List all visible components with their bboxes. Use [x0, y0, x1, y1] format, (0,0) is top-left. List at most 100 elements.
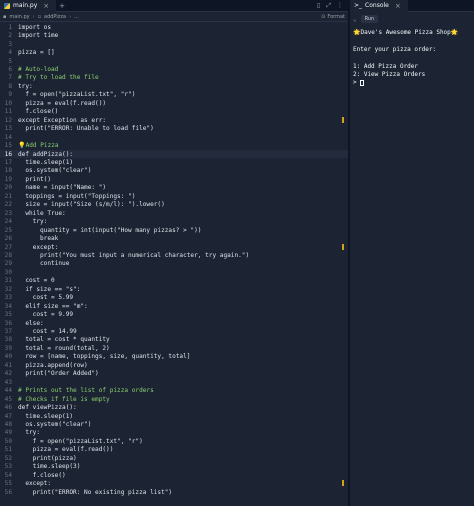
warning-marker[interactable]	[342, 243, 344, 250]
code-line[interactable]: 42 print("Order Added")	[0, 370, 348, 378]
chevron-down-icon[interactable]: ⌄	[353, 16, 357, 23]
code-text: os.system("clear")	[18, 421, 92, 429]
text-cursor	[360, 79, 365, 86]
breadcrumb-item-file[interactable]: main.py	[9, 14, 29, 20]
code-line[interactable]: 39 total = round(total, 2)	[0, 344, 348, 352]
code-line[interactable]: 44 # Prints out the list of pizza orders	[0, 386, 348, 394]
code-line[interactable]: 26 break	[0, 234, 348, 242]
run-button[interactable]: Run	[360, 15, 379, 23]
line-number: 20	[4, 184, 12, 192]
code-line[interactable]: 18 os.system("clear")	[0, 167, 348, 175]
code-line[interactable]: 11 f.close()	[0, 108, 348, 116]
code-line[interactable]: 49 try:	[0, 429, 348, 437]
code-line[interactable]: 25 quantity = int(input("How many pizzas…	[0, 226, 348, 234]
code-line[interactable]: 22 size = input("Size (s/m/l): ").lower(…	[0, 201, 348, 209]
code-line[interactable]: 17 time.sleep(1)	[0, 158, 348, 166]
code-line[interactable]: 1 import os	[0, 23, 348, 31]
code-line[interactable]: 55 except:	[0, 479, 348, 487]
code-text: f.close()	[18, 471, 66, 479]
close-icon[interactable]: ×	[392, 2, 404, 10]
code-text: pizza = eval(f.read())	[18, 99, 107, 107]
code-line[interactable]: 13 print("ERROR: Unable to load file")	[0, 124, 348, 132]
code-line[interactable]: 2 import time	[0, 31, 348, 39]
code-line[interactable]: 51 pizza = eval(f.read())	[0, 446, 348, 454]
code-line[interactable]: 19 print()	[0, 175, 348, 183]
code-line[interactable]: 14	[0, 133, 348, 141]
more-icon[interactable]: ⋮	[337, 2, 343, 10]
code-line[interactable]: 4 pizza = []	[0, 48, 348, 56]
line-number: 10	[4, 99, 12, 107]
console-tab-label: Console	[365, 2, 389, 9]
code-text: print("ERROR: Unable to load file")	[18, 125, 154, 133]
code-line[interactable]: 12 except Exception as err:	[0, 116, 348, 124]
add-tab-icon[interactable]: +	[56, 2, 68, 10]
breadcrumb: ▪ main.py › ▫ addPizza › ... ⊙ Format	[0, 12, 348, 22]
editor-tab-bar: main.py × + ▯ ⤢ ⋮	[0, 0, 348, 12]
code-line[interactable]: 30	[0, 268, 348, 276]
code-line[interactable]: 34 elif size == "m":	[0, 302, 348, 310]
expand-icon[interactable]: ⤢	[326, 2, 331, 10]
code-line[interactable]: 27 except:	[0, 243, 348, 251]
line-number: 41	[4, 361, 12, 369]
code-line[interactable]: 8 try:	[0, 82, 348, 90]
code-text: print(pizza)	[18, 454, 77, 462]
code-text: pizza = []	[18, 49, 55, 57]
close-icon[interactable]: ×	[40, 2, 52, 10]
console-output[interactable]: 🌟Dave's Awesome Pizza Shop🌟 Enter your p…	[350, 26, 474, 91]
breadcrumb-file-icon: ▪	[3, 13, 7, 20]
breadcrumb-item-more[interactable]: ...	[74, 14, 79, 20]
code-line[interactable]: 9 f = open("pizzaList.txt", "r")	[0, 91, 348, 99]
code-text: total = cost * quantity	[18, 336, 110, 344]
code-line[interactable]: 6 # Auto-load	[0, 65, 348, 73]
code-text: f.close()	[18, 108, 59, 116]
code-line[interactable]: 35 cost = 9.99	[0, 310, 348, 318]
code-line[interactable]: 53 time.sleep(3)	[0, 463, 348, 471]
breadcrumb-function-icon: ▫	[37, 13, 41, 20]
line-number: 25	[4, 226, 12, 234]
code-line[interactable]: 10 pizza = eval(f.read())	[0, 99, 348, 107]
tab-main-py[interactable]: main.py ×	[0, 0, 57, 12]
line-number: 13	[4, 125, 12, 133]
code-line[interactable]: 21 toppings = input("Toppings: ")	[0, 192, 348, 200]
format-button[interactable]: ⊙ Format	[321, 14, 345, 20]
code-line[interactable]: 3	[0, 40, 348, 48]
breadcrumb-item-function[interactable]: addPizza	[44, 14, 66, 20]
code-comment: # Prints out the list of pizza orders	[18, 387, 154, 395]
code-line[interactable]: 5	[0, 57, 348, 65]
code-line[interactable]: 46 def viewPizza():	[0, 403, 348, 411]
code-line[interactable]: 56 print("ERROR: No existing pizza list"…	[0, 488, 348, 496]
code-line[interactable]: 37 cost = 14.99	[0, 327, 348, 335]
code-line[interactable]: 28 print("You must input a numerical cha…	[0, 251, 348, 259]
code-line[interactable]: 47 time.sleep(1)	[0, 412, 348, 420]
tab-console[interactable]: >_ Console ×	[350, 0, 408, 12]
code-line[interactable]: 23 while True:	[0, 209, 348, 217]
code-text: cost = 9.99	[18, 311, 74, 319]
code-line[interactable]: 33 cost = 5.99	[0, 294, 348, 302]
code-line[interactable]: 43	[0, 378, 348, 386]
line-number: 19	[4, 175, 12, 183]
code-line[interactable]: 40 row = [name, toppings, size, quantity…	[0, 353, 348, 361]
terminal-icon: >_	[354, 2, 363, 9]
split-icon[interactable]: ▯	[317, 2, 320, 10]
warning-marker[interactable]	[342, 480, 344, 487]
code-line[interactable]: 15 💡Add Pizza	[0, 141, 348, 149]
code-line[interactable]: 45 # Checks if file is empty	[0, 395, 348, 403]
code-line[interactable]: 41 pizza.append(row)	[0, 361, 348, 369]
code-text: if size == "s":	[18, 285, 81, 293]
code-line[interactable]: 50 f = open("pizzaList.txt", "r")	[0, 437, 348, 445]
warning-marker[interactable]	[342, 116, 344, 123]
code-line[interactable]: 48 os.system("clear")	[0, 420, 348, 428]
code-line[interactable]: 16 def addPizza():	[0, 149, 348, 159]
code-line[interactable]: 36 else:	[0, 319, 348, 327]
code-line[interactable]: 38 total = cost * quantity	[0, 336, 348, 344]
code-line[interactable]: 24 try:	[0, 217, 348, 225]
code-line[interactable]: 29 continue	[0, 260, 348, 268]
code-line[interactable]: 7 # Try to load the file	[0, 74, 348, 82]
code-line[interactable]: 32 if size == "s":	[0, 285, 348, 293]
code-line[interactable]: 20 name = input("Name: ")	[0, 184, 348, 192]
code-line[interactable]: 31 cost = 0	[0, 277, 348, 285]
code-line[interactable]: 54 f.close()	[0, 471, 348, 479]
line-number: 44	[4, 387, 12, 395]
code-line[interactable]: 52 print(pizza)	[0, 454, 348, 462]
code-area[interactable]: 1 import os 2 import time 3 4 pizza = [] 5 6 # Au…	[0, 23, 348, 496]
